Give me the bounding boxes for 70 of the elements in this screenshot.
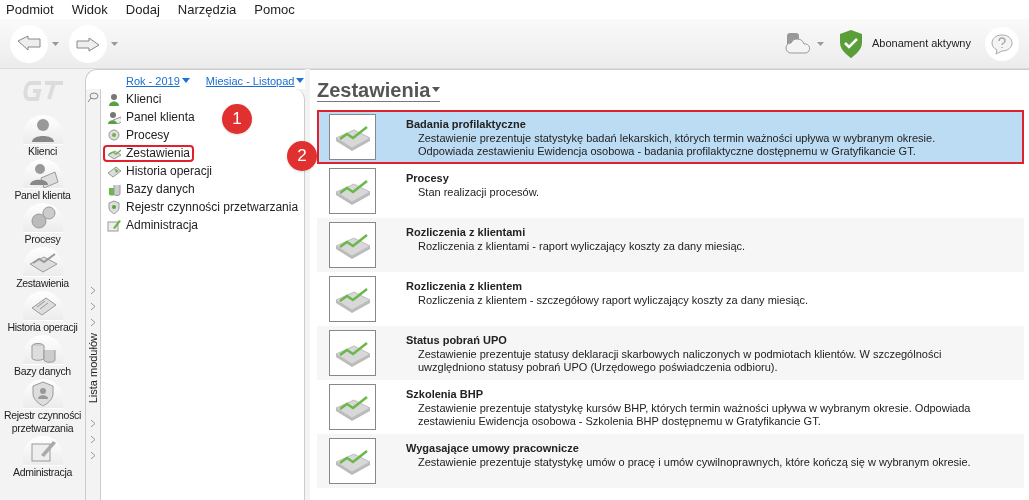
person-card-icon: [107, 110, 121, 124]
report-title: Procesy: [406, 171, 450, 186]
report-title: Rozliczenia z klientem: [406, 279, 524, 294]
report-row[interactable]: Rozliczenia z klientami Rozliczenia z klientami - raport wyliczający koszty za dany miesiąc.: [317, 218, 1024, 272]
report-description: uwzględniono statusy pobrań UPO (Urzędowego poświadczenia odbioru).: [417, 361, 779, 374]
clipboard-icon: [107, 164, 121, 178]
report-row[interactable]: [317, 110, 1024, 164]
report-description: zestawieniu Ewidencja osobowa - Szkolenia BHP dostępnemu w Gratyfikancie GT.: [417, 415, 822, 428]
module-item[interactable]: Klienci: [103, 90, 166, 108]
module-item[interactable]: Administracja: [103, 216, 203, 234]
menu-item[interactable]: Narzędzia: [177, 0, 237, 20]
report-description: Odpowiada zestawieniu Ewidencja osobowa - badania profilaktyczne dostępnemu w Gratyfikancie GT.: [417, 145, 917, 158]
sidebar-item[interactable]: Administracja: [0, 436, 85, 479]
menu-item[interactable]: Dodaj: [125, 0, 160, 20]
person-icon: [107, 92, 121, 106]
shield-check-icon: [837, 28, 864, 59]
report-row[interactable]: Wygasające umowy pracownicze Zestawienie prezentuje statystykę umów o pracę i umów cywilnoprawnych, które kończą się w wybranym okresie.: [317, 434, 1024, 488]
module-item[interactable]: Panel klienta: [103, 108, 199, 126]
note-pencil-icon: [107, 218, 121, 232]
filter-dropdown[interactable]: Miesiac - Listopad: [205, 72, 305, 89]
report-row[interactable]: Status pobrań UPO Zestawienie prezentuje statusy deklaracji skarbowych naliczonych w podmiotach klientów. W szczególności uwzględniono statusy pobrań UPO (Urzędowego poświadczenia odbioru).: [317, 326, 1024, 380]
sidebar-item[interactable]: Klienci: [0, 115, 85, 158]
module-item[interactable]: Historia operacji: [103, 162, 217, 180]
report-description: Zestawienie prezentuje statystykę umów o pracę i umów cywilnoprawnych, które kończą się w wybranym okresie.: [417, 456, 971, 469]
caret-icon: [296, 78, 305, 84]
help-bubble-icon: [990, 32, 1014, 55]
caret-icon: [111, 41, 118, 46]
module-item[interactable]: Procesy: [103, 126, 174, 144]
sidebar-item[interactable]: Historia operacji: [0, 291, 85, 334]
report-description: Rozliczenia z klientami - raport wyliczający koszty za dany miesiąc.: [417, 240, 746, 253]
sidebar-item[interactable]: Bazy danych: [0, 335, 85, 378]
caret-icon: [52, 41, 59, 46]
filter-dropdown[interactable]: Rok - 2019: [126, 72, 190, 89]
cloud-database-icon: [784, 30, 813, 57]
report-description: Zestawienie prezentuje statusy deklaracji skarbowych naliczonych w podmiotach klientów. W szczególności: [417, 348, 942, 361]
forward-button[interactable]: [69, 24, 118, 63]
module-list-label: Lista modułów: [85, 333, 100, 404]
menu-item[interactable]: Pomoc: [254, 0, 295, 20]
sidebar-item[interactable]: Panel klienta: [0, 159, 85, 202]
report-title: Status pobrań UPO: [406, 333, 508, 348]
database-icon: [107, 182, 121, 196]
report-description: Zestawienie prezentuje statystykę badań lekarskich, których termin ważności upływa w wybranym okresie.: [417, 132, 936, 145]
shield-person-icon: [107, 200, 121, 214]
caret-icon: [816, 41, 824, 46]
gear-icon: [107, 128, 121, 142]
back-button[interactable]: [10, 24, 59, 63]
chart-icon: [107, 146, 121, 160]
sidebar-item[interactable]: Procesy: [0, 203, 85, 246]
arrow-right-icon: [75, 34, 101, 53]
report-description: Zestawienie prezentuje statystykę kursów BHP, których termin ważności upływa w wybranym okresie. Odpowiada: [417, 402, 971, 415]
sidebar-item[interactable]: Rejestr czynności przetwarzania: [0, 379, 85, 435]
report-title: Rozliczenia z klientami: [406, 225, 527, 240]
report-description: Rozliczenia z klientem - szczegółowy raport wyliczający koszty za dany miesiąc.: [417, 294, 809, 307]
report-title: Badania profilaktyczne: [406, 117, 527, 132]
subscription-status: Abonament aktywny: [871, 36, 971, 52]
report-title: Wygasające umowy pracownicze: [406, 441, 580, 456]
menu-item[interactable]: Podmiot: [6, 0, 54, 20]
help-button[interactable]: [985, 26, 1019, 61]
sidebar-item[interactable]: Zestawienia: [0, 247, 85, 290]
module-item[interactable]: Zestawienia: [103, 144, 195, 162]
module-item[interactable]: Rejestr czynności przetwarzania: [103, 198, 303, 216]
report-title: Szkolenia BHP: [406, 387, 485, 402]
report-description: Stan realizacji procesów.: [417, 186, 540, 199]
caret-icon: [181, 78, 190, 84]
module-item[interactable]: Bazy danych: [103, 180, 199, 198]
cloud-database-button[interactable]: [784, 30, 824, 57]
menu-item[interactable]: Widok: [71, 0, 108, 20]
arrow-left-icon: [16, 34, 42, 53]
page-title-dropdown[interactable]: Zestawienia: [317, 78, 441, 102]
caret-icon: [432, 87, 441, 92]
